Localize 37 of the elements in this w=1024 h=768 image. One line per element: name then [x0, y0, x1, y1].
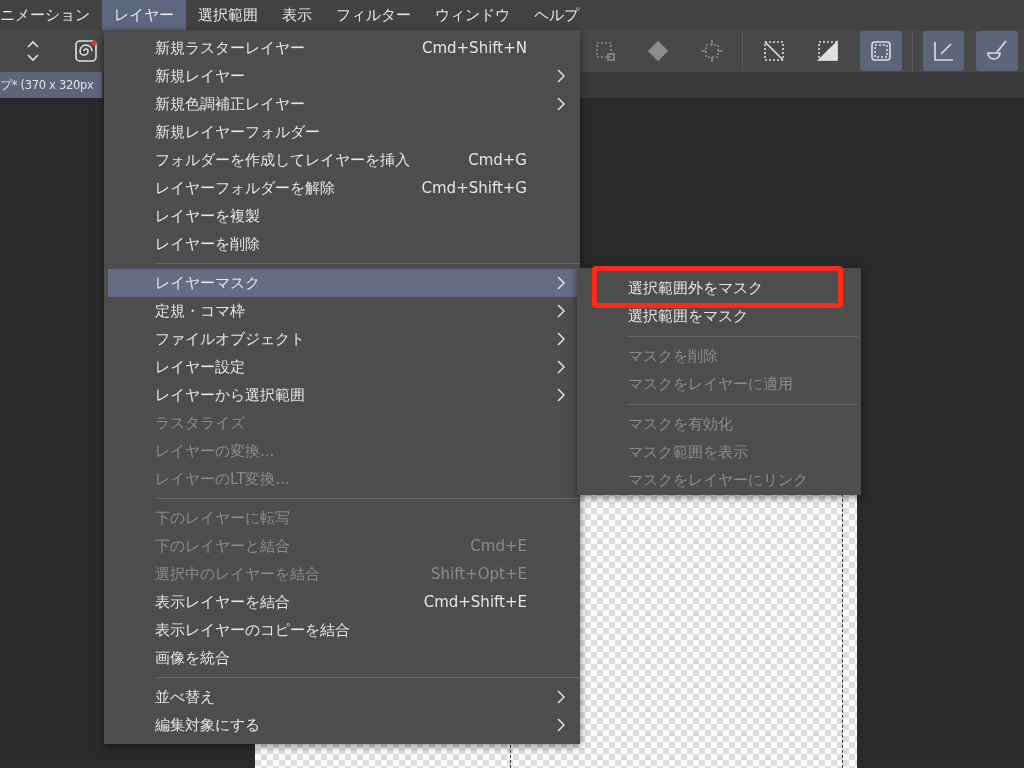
shortcut-label: Cmd+E — [470, 537, 527, 555]
menu-item[interactable]: フォルダーを作成してレイヤーを挿入 Cmd+G — [104, 146, 580, 174]
menu-item[interactable]: レイヤー設定 — [104, 353, 580, 381]
half-filled-square-icon — [814, 38, 841, 64]
menu-item[interactable]: レイヤーマスク — [108, 269, 580, 297]
menu-bar-item[interactable]: ニメーション — [0, 0, 102, 30]
menu-item[interactable]: 表示レイヤーを結合 Cmd+Shift+E — [104, 588, 580, 616]
toolbar-button[interactable] — [860, 31, 902, 71]
toolbar-button[interactable] — [976, 31, 1018, 71]
menu-item[interactable]: 新規レイヤーフォルダー — [104, 118, 580, 146]
menu-item[interactable]: 選択範囲外をマスク — [577, 274, 861, 302]
spiral-icon — [73, 38, 100, 64]
menu-item[interactable]: 定規・コマ枠 — [104, 297, 580, 325]
shortcut-label: Cmd+Shift+G — [421, 179, 527, 197]
menu-item[interactable]: 新規色調補正レイヤー — [104, 90, 580, 118]
toolbar-button[interactable] — [922, 31, 965, 71]
menu-bar-item[interactable]: レイヤー — [102, 0, 186, 30]
menu-bar-item[interactable]: フィルター — [324, 0, 423, 30]
menu-bar-item[interactable]: ヘルプ — [522, 0, 591, 30]
shortcut-label: Cmd+Shift+E — [423, 593, 527, 611]
menu-item[interactable]: レイヤーフォルダーを解除 Cmd+Shift+G — [104, 174, 580, 202]
menu-item[interactable]: レイヤーから選択範囲 — [104, 381, 580, 409]
menu-bar-item[interactable]: 表示 — [270, 0, 324, 30]
shortcut-label: Cmd+Shift+N — [421, 39, 527, 57]
shortcut-label: Cmd+G — [468, 151, 527, 169]
menu-item[interactable]: 並べ替え — [104, 683, 580, 711]
document-tab[interactable]: プ* (370 x 320px — [0, 72, 102, 98]
menu-item[interactable]: ファイルオブジェクト — [104, 325, 580, 353]
menu-item[interactable]: 画像を統合 — [104, 644, 580, 672]
menu-item[interactable]: 表示レイヤーのコピーを結合 — [104, 616, 580, 644]
menu-bar-item[interactable]: 選択範囲 — [186, 0, 270, 30]
menu-bar-item[interactable]: ウィンドウ — [423, 0, 522, 30]
menu-item[interactable]: 新規レイヤー — [104, 62, 580, 90]
menu-item[interactable]: レイヤーを複製 — [104, 202, 580, 230]
menu-item[interactable]: 編集対象にする — [104, 711, 580, 739]
menu-item[interactable]: レイヤーを削除 — [104, 230, 580, 258]
shortcut-label: Shift+Opt+E — [431, 565, 527, 583]
